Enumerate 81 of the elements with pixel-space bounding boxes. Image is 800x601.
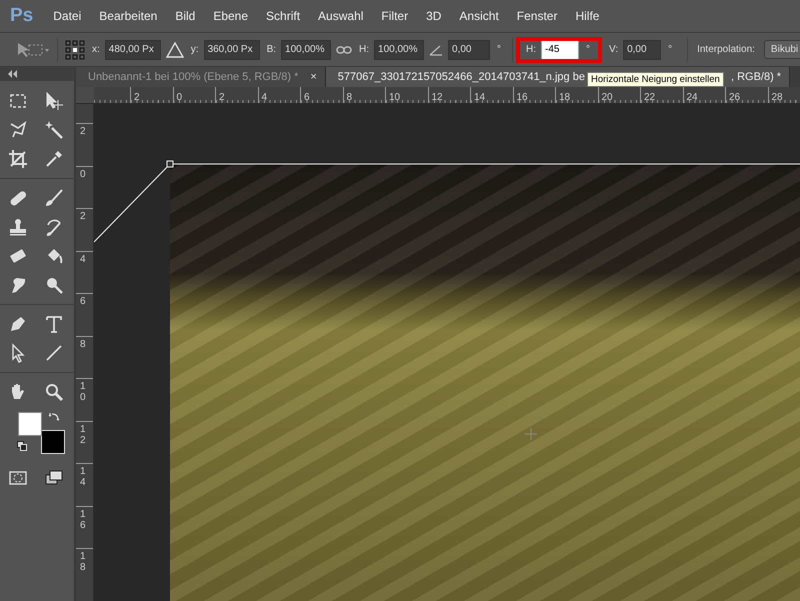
link-icon[interactable] xyxy=(336,44,352,54)
menu-item[interactable]: 3D xyxy=(426,9,442,23)
ruler-label: 28 xyxy=(770,92,783,103)
skew-h-field[interactable]: -45 xyxy=(541,40,580,60)
rotation-field[interactable]: 0,00 xyxy=(448,40,490,60)
ruler-label: 18 xyxy=(558,92,570,103)
ruler-label: 12 xyxy=(430,92,443,103)
ruler-label: 6 xyxy=(303,92,310,103)
ruler-label: 2 xyxy=(133,92,140,103)
ruler-label: 16 xyxy=(79,508,87,530)
menu-item[interactable]: Datei xyxy=(53,9,82,23)
menu-item[interactable]: Hilfe xyxy=(575,9,600,23)
ruler-label: 4 xyxy=(260,92,268,103)
tooltip: Horizontale Neigung einstellen xyxy=(586,72,724,87)
ruler-label: 10 xyxy=(79,380,87,403)
skew-v-label: V: xyxy=(609,44,618,55)
skew-v-field[interactable]: 0,00 xyxy=(623,40,662,60)
ruler-label: 22 xyxy=(643,92,656,103)
lasso-tool-icon[interactable] xyxy=(8,120,28,140)
menu-item[interactable]: Ansicht xyxy=(459,9,499,23)
y-field[interactable]: 360,00 Px xyxy=(204,40,260,60)
document-tab[interactable]: 577067_330172157052466_2014703741_n.jpg be Horizontale Neigung einstellen , RGB/8) * xyxy=(326,67,790,87)
ruler-label: 0 xyxy=(79,168,87,180)
reference-point-icon[interactable] xyxy=(65,40,85,60)
menu-item[interactable]: Bearbeiten xyxy=(99,9,158,23)
triangle-icon[interactable] xyxy=(166,42,184,58)
ruler-label: 18 xyxy=(79,550,87,573)
interpolation-dropdown[interactable]: Bikubi xyxy=(764,40,800,59)
ruler-label: 26 xyxy=(728,92,740,103)
line-tool-icon[interactable] xyxy=(44,343,64,363)
menu-item[interactable]: Auswahl xyxy=(318,9,364,23)
dodge-icon[interactable] xyxy=(44,275,64,295)
ruler-label: 0 xyxy=(176,92,182,103)
x-label: x: xyxy=(92,44,100,55)
ruler-label: 16 xyxy=(516,92,528,103)
crosshair-icon xyxy=(524,428,538,440)
width-label: B: xyxy=(266,44,276,55)
menu-item[interactable]: Ebene xyxy=(213,9,248,23)
ruler-label: 6 xyxy=(79,295,87,307)
ruler-label: 14 xyxy=(79,465,87,488)
move-tool-icon[interactable] xyxy=(44,91,64,111)
height-field[interactable]: 100,00% xyxy=(374,40,424,60)
default-colors-icon[interactable] xyxy=(17,441,27,451)
degree-unit: ° xyxy=(668,44,672,55)
menu-item[interactable]: Schrift xyxy=(266,9,300,23)
degree-unit: ° xyxy=(497,44,502,55)
interpolation-label: Interpolation: xyxy=(697,44,755,55)
ruler-label: 8 xyxy=(79,338,87,350)
x-field[interactable]: 480,00 Px xyxy=(104,40,161,60)
ruler-label: 4 xyxy=(79,252,87,264)
pen-tool-icon[interactable] xyxy=(8,314,28,334)
collapse-icon[interactable] xyxy=(8,70,18,78)
document-tab[interactable]: Unbenannt-1 bei 100% (Ebene 5, RGB/8) * × xyxy=(76,67,326,87)
height-label: H: xyxy=(359,44,370,55)
magic-wand-icon[interactable] xyxy=(44,120,64,140)
stamp-icon[interactable] xyxy=(8,217,28,237)
ruler-label: 12 xyxy=(79,422,87,446)
degree-unit: ° xyxy=(586,44,590,55)
menu-item[interactable]: Filter xyxy=(381,9,408,23)
type-tool-icon[interactable] xyxy=(44,314,64,334)
ruler-label: 20 xyxy=(600,92,613,103)
width-field[interactable]: 100,00% xyxy=(281,40,332,60)
close-icon[interactable]: × xyxy=(310,71,317,83)
crop-tool-icon[interactable] xyxy=(8,149,28,169)
ruler-label: 14 xyxy=(473,92,486,103)
y-label: y: xyxy=(190,44,199,55)
zoom-icon[interactable] xyxy=(44,382,64,402)
background-color-swatch[interactable] xyxy=(41,430,65,454)
foreground-color-swatch[interactable] xyxy=(18,412,42,436)
ruler-label: 2 xyxy=(79,210,87,222)
app-logo: Ps xyxy=(10,5,34,27)
skew-h-label: H: xyxy=(526,44,536,55)
menu-item[interactable]: Fenster xyxy=(516,9,558,23)
angle-icon xyxy=(429,44,444,56)
menu-item[interactable]: Bild xyxy=(175,9,196,23)
ruler-label: 8 xyxy=(346,92,352,103)
ruler-label: 10 xyxy=(388,92,400,103)
ruler-label: 24 xyxy=(686,92,698,103)
brush-icon[interactable] xyxy=(44,188,64,208)
ruler-label: 2 xyxy=(79,125,87,137)
ruler-label: 2 xyxy=(218,92,225,103)
